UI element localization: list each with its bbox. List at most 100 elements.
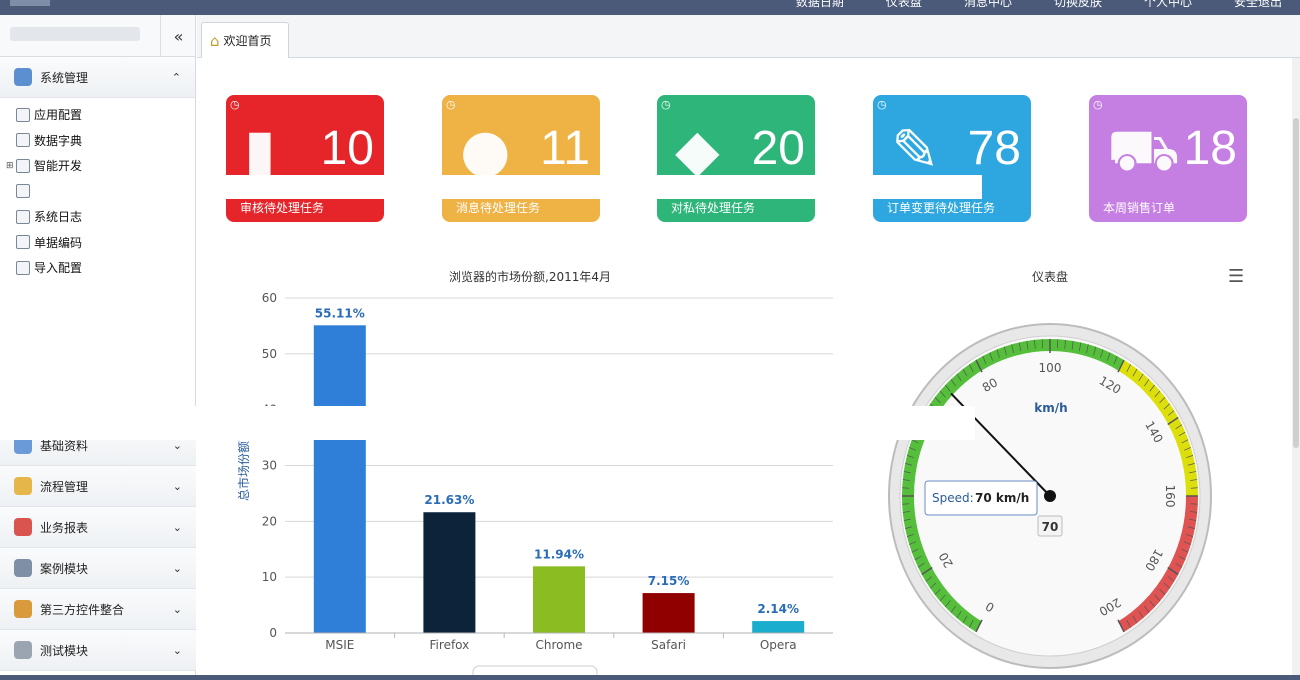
sidebar-group[interactable]: 案例模块 ⌄ — [0, 548, 196, 589]
data-label: 55.11% — [315, 306, 365, 320]
card-value: 18 — [1183, 122, 1237, 175]
tree-item[interactable]: 系统日志 — [6, 204, 195, 230]
y-tick-label: 10 — [262, 570, 277, 584]
tree-item[interactable]: 单据编码 — [6, 230, 195, 256]
logo — [10, 0, 50, 6]
bar[interactable] — [752, 621, 805, 633]
tree-item[interactable]: 导入配置 — [6, 255, 195, 281]
chevron-down-icon: ⌄ — [172, 479, 182, 493]
card-caption: 本周销售订单 — [1103, 201, 1176, 215]
card-value: 11 — [540, 122, 590, 175]
box-icon — [14, 600, 32, 618]
monitor-icon — [16, 158, 30, 173]
file-icon — [16, 184, 30, 199]
tree-item-label: 单据编码 — [34, 235, 83, 250]
data-label: 2.14% — [757, 602, 799, 616]
top-nav-link[interactable]: 数据日期 — [796, 0, 844, 8]
x-tick-label: Safari — [651, 638, 686, 652]
sidebar-group[interactable]: 第三方控件整合 ⌄ — [0, 589, 196, 630]
image-icon — [14, 641, 32, 659]
top-nav-links: 数据日期 仪表盘 消息中心 切换皮肤 个人中心 安全退出 — [796, 0, 1282, 8]
data-label: 11.94% — [534, 547, 584, 561]
scrollbar-thumb[interactable] — [1293, 118, 1299, 448]
bar[interactable] — [313, 325, 366, 633]
gauge-unit-label: km/h — [1034, 401, 1067, 415]
shield-icon — [14, 477, 32, 495]
clock-icon: ◷ — [446, 98, 456, 111]
cart-icon: ⛟ — [1107, 116, 1180, 184]
tree-item-label: 智能开发 — [34, 159, 83, 174]
y-tick-label: 60 — [262, 291, 277, 305]
card-caption: 订单变更待处理任务 — [887, 201, 996, 215]
tree-item-label: 应用配置 — [34, 108, 83, 123]
sidebar-group-label: 业务报表 — [40, 520, 89, 535]
x-tick-label: Chrome — [535, 638, 582, 652]
card-value: 20 — [751, 122, 805, 175]
stat-card[interactable]: ◷ ● 11 消息待处理任务 — [442, 95, 600, 222]
system-tree: 应用配置 数据字典 ⊞ 智能开发 系统日志 单据编码 导入配置 — [0, 98, 195, 275]
sidebar-brand: « — [0, 15, 195, 57]
sidebar-group[interactable]: 流程管理 ⌄ — [0, 466, 196, 507]
sidebar-group[interactable]: 测试模块 ⌄ — [0, 630, 196, 671]
bar-chart-panel: 浏览器的市场份额,2011年4月 0102030405060总市场份额百55.1… — [220, 258, 840, 678]
gauge-pivot — [1044, 490, 1056, 502]
sidebar-group-system[interactable]: 系统管理 ⌃ — [0, 57, 195, 98]
gauge-tick-label: 160 — [1163, 485, 1177, 508]
stat-card[interactable]: ◷ ✎ 78 订单变更待处理任务 — [873, 95, 1031, 222]
sidebar-group-label: 测试模块 — [40, 643, 89, 658]
gauge-panel: 仪表盘 020406080100120140160180200km/h70Spe… — [880, 258, 1260, 678]
tree-item[interactable] — [6, 179, 195, 205]
chart-menu-icon[interactable]: ☰ — [1228, 266, 1244, 287]
sidebar: « 系统管理 ⌃ 应用配置 数据字典 ⊞ 智能开发 系统日志 单据编码 导入配置 基础资料 ⌄… — [0, 15, 196, 680]
sidebar-group-label: 案例模块 — [40, 561, 89, 576]
chevron-down-icon: ⌄ — [172, 438, 182, 452]
clock-icon: ◷ — [230, 98, 240, 111]
gauge-chart: 020406080100120140160180200km/h70Speed:7… — [888, 323, 1212, 669]
gauge-value-label: 70 — [1042, 520, 1059, 534]
bar-chart: 0102030405060总市场份额百55.11%MSIE21.63%Firef… — [236, 291, 833, 678]
tab-label: 欢迎首页 — [223, 34, 272, 48]
bar[interactable] — [533, 566, 585, 633]
footer-bar — [0, 675, 1300, 680]
stat-card[interactable]: ◷ ⛟ 18 本周销售订单 — [1089, 95, 1247, 222]
chevron-down-icon: ⌄ — [172, 643, 182, 657]
bar[interactable] — [642, 593, 695, 633]
collapse-sidebar-button[interactable]: « — [160, 15, 196, 57]
stat-card[interactable]: ◷ ▮ 10 审核待处理任务 — [226, 95, 384, 222]
chevron-down-icon: ⌄ — [172, 561, 182, 575]
doc-icon — [14, 559, 32, 577]
home-icon: ⌂ — [210, 31, 220, 50]
top-nav-link[interactable]: 切换皮肤 — [1054, 0, 1102, 8]
top-nav-link[interactable]: 消息中心 — [964, 0, 1012, 8]
top-nav-link[interactable]: 仪表盘 — [886, 0, 922, 8]
sidebar-group-label: 第三方控件整合 — [40, 602, 125, 617]
y-tick-label: 30 — [262, 459, 277, 473]
bar[interactable] — [423, 512, 476, 633]
top-nav-link[interactable]: 个人中心 — [1144, 0, 1192, 8]
tab-welcome[interactable]: ⌂ 欢迎首页 — [201, 22, 289, 58]
tree-item[interactable]: ⊞ 智能开发 — [6, 153, 195, 179]
sidebar-group[interactable]: 业务报表 ⌄ — [0, 507, 196, 548]
stat-card[interactable]: ◷ ◆ 20 对私待处理任务 — [657, 95, 815, 222]
scrollbar[interactable] — [1292, 58, 1300, 680]
tree-item[interactable]: 数据字典 — [6, 128, 195, 154]
top-nav-link[interactable]: 安全退出 — [1234, 0, 1282, 8]
tree-item-label: 系统日志 — [34, 210, 83, 225]
sidebar-groups: 基础资料 ⌄ 流程管理 ⌄ 业务报表 ⌄ 案例模块 ⌄ 第三方控件整合 ⌄ 测试模块 ⌄ — [0, 425, 196, 671]
chart-icon — [14, 518, 32, 536]
gear-icon — [16, 107, 30, 122]
sidebar-group-label: 流程管理 — [40, 479, 89, 494]
x-tick-label: Firefox — [430, 638, 470, 652]
expand-icon[interactable]: ⊞ — [6, 161, 14, 171]
card-value: 78 — [967, 122, 1021, 175]
gauge-tick-label: 100 — [1039, 361, 1062, 375]
sidebar-group-label: 系统管理 — [40, 70, 89, 85]
y-tick-label: 0 — [269, 626, 277, 640]
tree-item[interactable]: 应用配置 — [6, 102, 195, 128]
x-tick-label: MSIE — [325, 638, 354, 652]
overlay-strip — [200, 175, 982, 199]
data-label: 7.15% — [648, 574, 690, 588]
card-caption: 审核待处理任务 — [240, 201, 325, 215]
brand-logo — [10, 27, 140, 41]
tab-bar: ⌂ 欢迎首页 — [197, 15, 1300, 58]
